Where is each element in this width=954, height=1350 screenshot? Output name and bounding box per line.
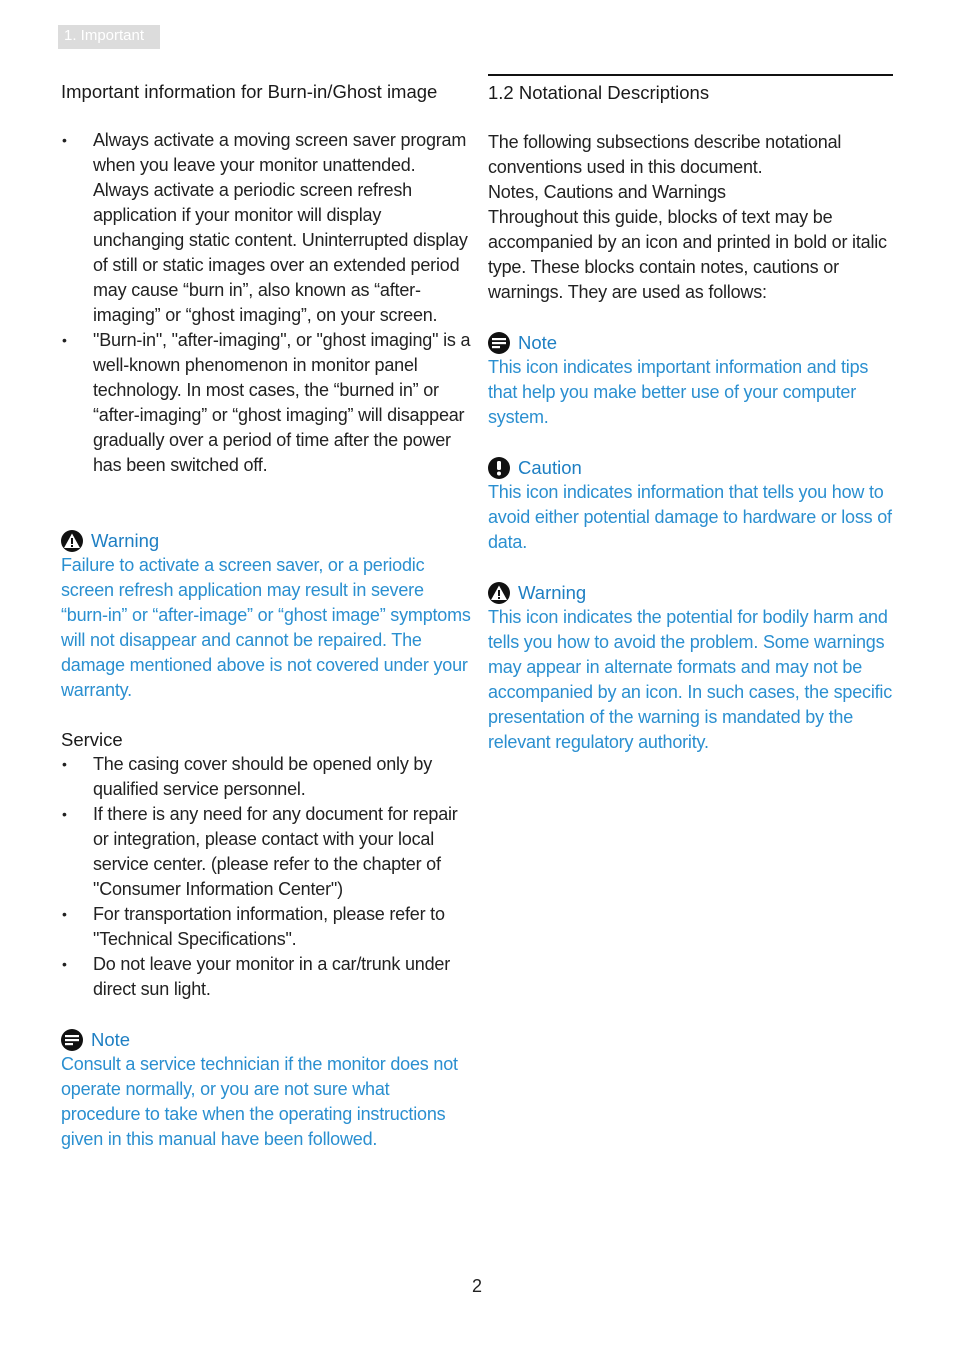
note-icon (488, 331, 510, 354)
warning-body: This icon indicates the potential for bo… (488, 607, 893, 752)
burnin-list: Always activate a moving screen saver pr… (61, 128, 471, 478)
caution-title-row: Caution (488, 455, 893, 480)
note-title: Note (91, 1029, 131, 1050)
service-list: The casing cover should be opened only b… (61, 752, 471, 1002)
intro-subheading: Notes, Cautions and Warnings (488, 182, 726, 202)
note-title: Note (518, 332, 558, 353)
warning-title-row: Warning (61, 528, 471, 553)
warning-icon (488, 581, 510, 604)
note-callout: Note This icon indicates important infor… (488, 330, 893, 430)
warning-body: Failure to activate a screen saver, or a… (61, 555, 471, 700)
note-body: This icon indicates important informatio… (488, 357, 869, 427)
note-callout: Note Consult a service technician if the… (61, 1027, 471, 1152)
section-divider (488, 74, 893, 76)
chapter-tab: 1. Important (58, 25, 160, 49)
note-title-row: Note (488, 330, 893, 355)
note-icon (61, 1028, 83, 1051)
page-number: 2 (471, 1276, 482, 1296)
caution-icon (488, 456, 510, 479)
warning-callout: Warning Failure to activate a screen sav… (61, 528, 471, 703)
list-item: For transportation information, please r… (61, 902, 471, 952)
caution-body: This icon indicates information that tel… (488, 482, 892, 552)
warning-title: Warning (518, 582, 587, 603)
list-item: If there is any need for any document fo… (61, 802, 471, 902)
service-heading: Service (61, 729, 123, 750)
list-item: The casing cover should be opened only b… (61, 752, 471, 802)
list-item: Do not leave your monitor in a car/trunk… (61, 952, 471, 1002)
list-item: "Burn-in", "after-imaging", or "ghost im… (61, 328, 471, 478)
warning-title: Warning (91, 530, 160, 551)
note-title-row: Note (61, 1027, 471, 1052)
warning-title-row: Warning (488, 580, 893, 605)
caution-title: Caution (518, 457, 582, 478)
intro-paragraph: Throughout this guide, blocks of text ma… (488, 207, 887, 302)
intro-text: The following subsections describe notat… (488, 130, 893, 305)
list-item: Always activate a moving screen saver pr… (61, 128, 471, 328)
warning-callout: Warning This icon indicates the potentia… (488, 580, 893, 755)
intro-paragraph: The following subsections describe notat… (488, 132, 842, 177)
note-body: Consult a service technician if the moni… (61, 1054, 458, 1149)
caution-callout: Caution This icon indicates information … (488, 455, 893, 555)
burnin-heading: Important information for Burn-in/Ghost … (61, 81, 438, 102)
warning-icon (61, 529, 83, 552)
section-heading: 1.2 Notational Descriptions (488, 82, 710, 103)
